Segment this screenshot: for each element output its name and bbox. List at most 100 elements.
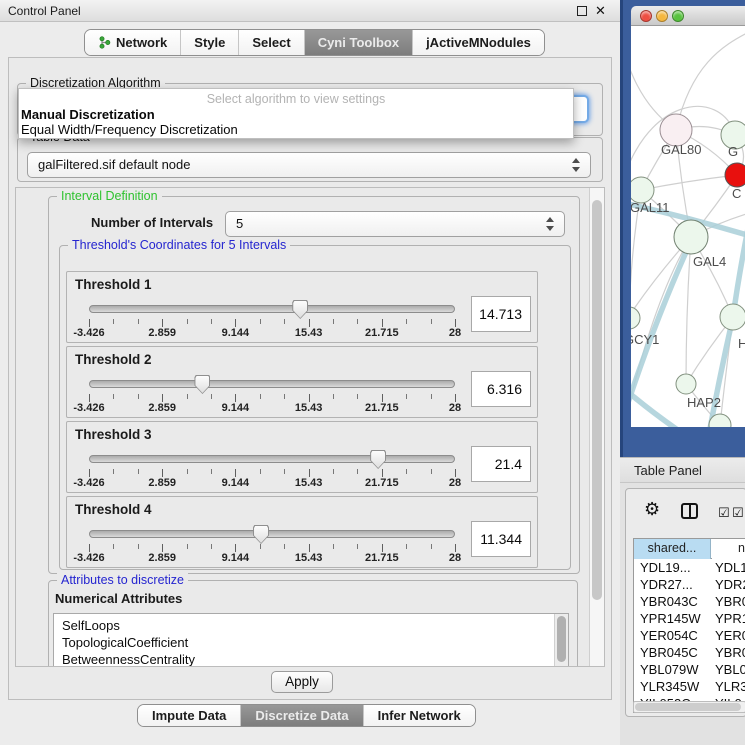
cell-shared-name[interactable]: YBR045C [640,644,698,661]
scrollbar-thumb[interactable] [557,616,566,662]
cell-name[interactable]: YDL1 [715,559,745,576]
network-node-h[interactable] [720,304,745,330]
table-row[interactable]: YBR043C YBR0 [634,593,745,610]
algorithm-placeholder-option[interactable]: Select algorithm to view settings [19,89,573,107]
cell-name[interactable]: YDR2 [715,576,745,593]
combo-stepper-icon[interactable] [572,158,581,172]
checkbox-icon[interactable]: ☑ [718,505,730,521]
threshold-value-field[interactable]: 6.316 [471,371,531,407]
scrollbar-thumb[interactable] [592,200,602,600]
table-row[interactable]: YPR145W YPR1 [634,610,745,627]
tab-select[interactable]: Select [239,30,304,55]
column-header-name[interactable]: n [712,539,745,559]
scrollbar-thumb[interactable] [635,703,741,711]
table-row[interactable]: YER054C YER0 [634,627,745,644]
cell-shared-name[interactable]: YLR345W [640,678,699,695]
tick-mark [406,469,407,474]
tab-infer-network[interactable]: Infer Network [364,705,475,726]
columns-icon[interactable] [681,503,698,519]
thresholds-container: Threshold 1-3.4262.8599.14415.4321.71528… [66,271,538,571]
gear-icon[interactable]: ⚙ [644,499,660,519]
network-canvas[interactable]: GAL80GCGAL11GAL4GCY1HHAP2 [631,26,745,427]
network-edge-highlighted[interactable] [705,317,733,427]
network-graph[interactable]: GAL80GCGAL11GAL4GCY1HHAP2 [631,26,745,427]
tab-jactivemnodules[interactable]: jActiveMNodules [413,30,544,55]
network-edge[interactable] [686,237,691,384]
attribute-list-item[interactable]: SelfLoops [62,617,568,634]
cell-shared-name[interactable]: YER054C [640,627,698,644]
slider-thumb[interactable] [370,450,386,469]
threshold-slider[interactable] [89,375,455,394]
network-node-gal4[interactable] [674,220,708,254]
threshold-slider[interactable] [89,450,455,469]
network-node-gcy1[interactable] [631,307,640,329]
cell-name[interactable]: YLR3 [715,678,745,695]
tick-mark [431,394,432,399]
cell-shared-name[interactable]: YBL079W [640,661,699,678]
mac-close-button[interactable] [640,10,652,22]
algorithm-option-manual[interactable]: Manual Discretization [19,107,573,122]
threshold-value-field[interactable]: 21.4 [471,446,531,482]
slider-track[interactable] [89,455,455,463]
apply-button[interactable]: Apply [271,671,333,693]
table-row[interactable]: YDL19... YDL1 [634,559,745,576]
attribute-list-item[interactable]: TopologicalCoefficient [62,634,568,651]
cell-shared-name[interactable]: YDR27... [640,576,693,593]
slider-thumb[interactable] [292,300,308,319]
cell-name[interactable]: YBR0 [715,593,745,610]
cell-shared-name[interactable]: YDL19... [640,559,691,576]
table-rows: YDL19...YDL1YDR27...YDR2YBR043CYBR0YPR14… [634,559,745,712]
network-edge[interactable] [641,175,737,190]
table-row[interactable]: YDR27... YDR2 [634,576,745,593]
cell-shared-name[interactable]: YPR145W [640,610,701,627]
tick-mark [211,469,212,474]
control-panel-titlebar: Control Panel ✕ [0,0,620,22]
cell-name[interactable]: YER0 [715,627,745,644]
float-window-icon[interactable] [577,6,587,16]
tick-label: 15.43 [295,327,323,339]
tab-style[interactable]: Style [181,30,239,55]
network-node-c[interactable] [725,163,745,187]
network-edge[interactable] [676,31,745,130]
combo-stepper-icon[interactable] [546,217,555,231]
mac-minimize-button[interactable] [656,10,668,22]
slider-track[interactable] [89,530,455,538]
network-edge-highlighted[interactable] [733,194,745,317]
network-node-hap2[interactable] [676,374,696,394]
cell-name[interactable]: YBR0 [715,644,745,661]
tab-impute-data[interactable]: Impute Data [138,705,241,726]
attributes-list-scrollbar[interactable] [554,614,568,667]
slider-thumb[interactable] [253,525,269,544]
table-row[interactable]: YLR345W YLR3 [634,678,745,695]
threshold-value-field[interactable]: 14.713 [471,296,531,332]
cell-name[interactable]: YBL0 [715,661,745,678]
tick-label: 21.715 [365,402,399,414]
node-label: C [732,186,741,201]
table-row[interactable]: YBR045C YBR0 [634,644,745,661]
tab-network[interactable]: Network [85,30,181,55]
threshold-slider[interactable] [89,525,455,544]
slider-track[interactable] [89,380,455,388]
tab-cyni-toolbox[interactable]: Cyni Toolbox [305,30,413,55]
algorithm-option-equal-width[interactable]: Equal Width/Frequency Discretization [19,122,573,137]
close-icon[interactable]: ✕ [595,3,606,19]
table-horizontal-scrollbar[interactable] [633,701,745,713]
viewport-scrollbar[interactable] [589,188,604,666]
tab-discretize-data[interactable]: Discretize Data [241,705,363,726]
checkbox-icon[interactable]: ☑ [732,505,744,521]
cell-name[interactable]: YPR1 [715,610,745,627]
mac-zoom-button[interactable] [672,10,684,22]
threshold-value-field[interactable]: 11.344 [471,521,531,557]
attribute-list-item[interactable]: BetweennessCentrality [62,651,568,667]
slider-track[interactable] [89,305,455,313]
threshold-slider[interactable] [89,300,455,319]
cell-shared-name[interactable]: YBR043C [640,593,698,610]
number-of-intervals-select[interactable]: 5 [225,211,565,237]
slider-thumb[interactable] [194,375,210,394]
numerical-attributes-list[interactable]: SelfLoopsTopologicalCoefficientBetweenne… [53,613,569,667]
table-data-select[interactable]: galFiltered.sif default node [27,152,591,178]
tick-label: 2.859 [148,402,176,414]
numerical-attributes-label: Numerical Attributes [55,591,182,606]
table-row[interactable]: YBL079W YBL0 [634,661,745,678]
column-header-shared-name[interactable]: shared... [634,539,711,559]
